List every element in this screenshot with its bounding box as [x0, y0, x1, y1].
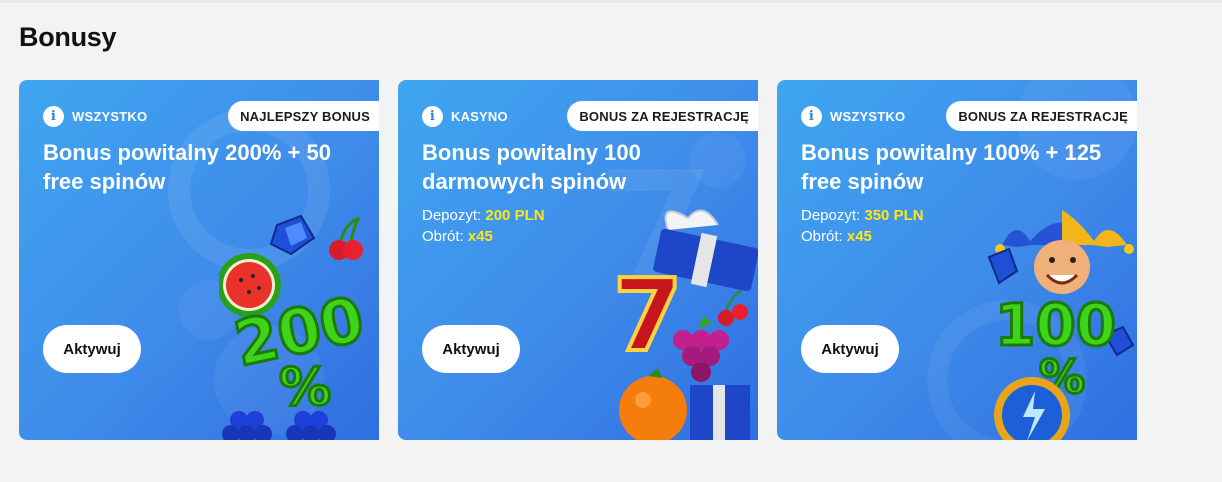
bonus-details: Depozyt: 350 PLN Obrót: x45	[801, 205, 924, 247]
svg-text:%: %	[279, 358, 331, 418]
bonus-details: Depozyt: 200 PLN Obrót: x45	[422, 205, 545, 247]
activate-button[interactable]: Aktywuj	[43, 325, 141, 373]
wager-label: Obrót:	[801, 228, 847, 245]
activate-button[interactable]: Aktywuj	[422, 325, 520, 373]
jester-icon	[995, 210, 1134, 294]
art-number: 7	[613, 257, 683, 374]
diamond-icon	[269, 214, 316, 256]
deposit-value: 200 PLN	[485, 207, 545, 224]
info-icon[interactable]: i	[43, 106, 64, 127]
wager-value: x45	[846, 228, 872, 245]
bonus-title: Bonus powitalny 100% + 125 free spinów	[801, 140, 1102, 194]
deposit-value: 350 PLN	[864, 207, 924, 224]
section-title: Bonusy	[19, 22, 117, 52]
bonus-card[interactable]: 200 % i WSZYSTKO NAJLEPSZY BONUS Bonus p…	[19, 80, 379, 440]
category-text: WSZYSTKO	[830, 109, 906, 124]
bonus-cards: 200 % i WSZYSTKO NAJLEPSZY BONUS Bonus p…	[19, 80, 1137, 440]
bonus-card[interactable]: 100 % i WSZYSTKO BONUS ZA REJESTRACJĘ Bo…	[777, 80, 1137, 440]
category-label: i WSZYSTKO	[43, 106, 147, 127]
category-label: i KASYNO	[422, 106, 508, 127]
bonus-title: Bonus powitalny 200% + 50 free spinów	[43, 140, 331, 194]
deposit-label: Depozyt:	[422, 207, 486, 224]
deposit-label: Depozyt:	[801, 207, 865, 224]
art-number: 100	[995, 291, 1116, 359]
category-label: i WSZYSTKO	[801, 106, 905, 127]
bonus-artwork: 100 %	[987, 210, 1135, 440]
orange-icon	[619, 368, 750, 440]
info-icon[interactable]: i	[801, 106, 822, 127]
bonus-artwork: 200 %	[219, 214, 372, 440]
bonus-badge: BONUS ZA REJESTRACJĘ	[946, 101, 1137, 131]
bonus-title: Bonus powitalny 100 darmowych spinów	[422, 140, 641, 194]
activate-button[interactable]: Aktywuj	[801, 325, 899, 373]
bonus-card[interactable]: 7 i KASYNO BONUS ZA REJESTRACJĘ Bonus po…	[398, 80, 758, 440]
cherries-icon	[718, 289, 748, 326]
bonus-badge: NAJLEPSZY BONUS	[228, 101, 379, 131]
bonus-badge: BONUS ZA REJESTRACJĘ	[567, 101, 758, 131]
top-divider	[0, 0, 1222, 3]
cherries-icon	[329, 216, 363, 260]
wager-value: x45	[467, 228, 493, 245]
bonus-artwork: 7	[611, 209, 758, 440]
seven-icon: 7	[611, 255, 685, 376]
category-text: KASYNO	[451, 109, 508, 124]
wager-label: Obrót:	[422, 228, 468, 245]
category-text: WSZYSTKO	[72, 109, 148, 124]
info-icon[interactable]: i	[422, 106, 443, 127]
